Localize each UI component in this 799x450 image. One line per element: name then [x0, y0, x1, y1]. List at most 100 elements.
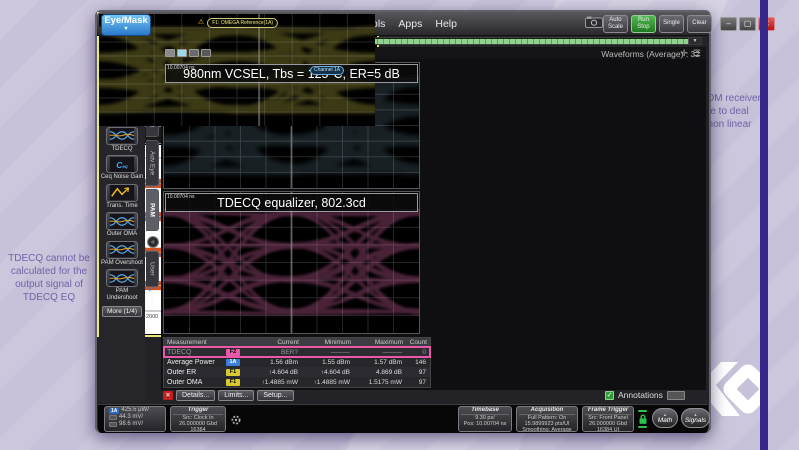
- trans-icon: [106, 183, 138, 202]
- sidebar-tab-user[interactable]: User: [146, 251, 159, 287]
- channel-chip[interactable]: [189, 49, 199, 57]
- more-pages-button[interactable]: More (1/4): [102, 306, 142, 317]
- measurement-table: Measurement Current Minimum Maximum Count TDE…: [163, 337, 431, 388]
- chevron-down-icon: ▾: [124, 26, 128, 32]
- channel-color-chips: [165, 49, 211, 57]
- panel-title: Timebase: [461, 407, 509, 415]
- sidebar-tab-pam[interactable]: PAM: [146, 189, 159, 231]
- math-button[interactable]: ▲ Math: [652, 408, 678, 428]
- menu-icon[interactable]: ☰: [693, 48, 701, 59]
- eye-icon: [106, 240, 138, 259]
- measurement-minimum: 1.55 dBm: [322, 358, 350, 366]
- screenshot-camera-button[interactable]: [584, 15, 603, 33]
- single-button[interactable]: Single: [658, 14, 684, 33]
- annotations-options-button[interactable]: [666, 390, 685, 400]
- gear-icon[interactable]: [230, 413, 242, 431]
- sidebar-item-outer-oma[interactable]: Outer OMA: [100, 212, 144, 238]
- measurement-current: 1.56 dBm: [270, 358, 298, 366]
- measurement-maximum: 1.5175 mW: [368, 378, 402, 386]
- measurement-name: Outer OMA: [167, 378, 203, 386]
- timebase-panel[interactable]: Timebase 9.30 ps/Pos: 10.00704 ns: [458, 406, 512, 432]
- sidebar-item-label: Outer OMA: [106, 231, 138, 237]
- measurement-name: Average Power: [167, 358, 215, 366]
- run-stop-button[interactable]: Run Stop: [630, 14, 656, 33]
- menu-help[interactable]: Help: [435, 18, 457, 30]
- source-badge: F2: [226, 348, 240, 356]
- measurement-current: BER?: [281, 348, 298, 356]
- measurement-maximum: 4.869 dB: [375, 368, 402, 376]
- limits-button[interactable]: Limits...: [218, 390, 255, 401]
- measurement-row-outer-er[interactable]: Outer ER F1 ↑4.604 dB ↑4.604 dB 4.869 dB 97: [164, 367, 430, 377]
- measurement-row-tdecq[interactable]: TDECQ F2 BER? ——— ——— 0: [163, 346, 431, 358]
- annotations-checkbox[interactable]: ✓: [605, 390, 614, 400]
- sidebar-item-pam-overshoot[interactable]: PAM Overshoot: [100, 240, 144, 267]
- channel-1a-badge: Channel 1A: [310, 66, 345, 75]
- sidebar-item-tdecq[interactable]: TDECQ: [100, 126, 144, 153]
- sidebar-item-pam-undershoot[interactable]: PAM Undershoot: [100, 269, 144, 301]
- panel-title: Frame Trigger: [585, 407, 631, 415]
- measurement-minimum: ———: [330, 348, 351, 356]
- panel-line: Smoothing: Average: [522, 427, 572, 432]
- lock-icon: [638, 414, 647, 424]
- menu-apps[interactable]: Apps: [398, 18, 422, 30]
- channel-chip[interactable]: [177, 49, 187, 57]
- measurement-row-average-power[interactable]: Average Power 1A 1.56 dBm 1.55 dBm 1.57 dBm 1…: [164, 357, 430, 367]
- channel-badge-icon: [109, 415, 117, 420]
- sidebar-item-trans-time[interactable]: Trans. Time: [100, 183, 144, 210]
- chevron-down-icon[interactable]: ▼: [688, 38, 701, 44]
- channel-chip[interactable]: [201, 49, 211, 57]
- panel-tools: ✛ ☰: [680, 48, 701, 59]
- annotations-control: ✓ Annotations: [605, 390, 685, 400]
- eye-icon: [106, 269, 138, 287]
- clear-button[interactable]: Clear: [686, 14, 712, 33]
- source-badge: F1: [226, 368, 240, 376]
- collapse-sidebar-button[interactable]: «: [147, 236, 159, 248]
- left-annotation: TDECQ cannot be calculated for the outpu…: [8, 253, 90, 303]
- annotations-label: Annotations: [618, 390, 663, 400]
- source-badge: 1A: [226, 358, 240, 366]
- measurement-maximum: ———: [382, 348, 403, 356]
- signals-button[interactable]: ▲ Signals: [681, 408, 710, 428]
- tdecq-equalizer-panel: 10.00704 ns TDECQ equalizer, 802.3cd: [163, 191, 420, 334]
- measurement-name: TDECQ: [167, 348, 192, 356]
- setup-button[interactable]: Setup...: [257, 390, 294, 401]
- acquisition-panel[interactable]: Acquisition Full Pattern: On 15.9899923 pt…: [516, 406, 578, 432]
- trigger-panel[interactable]: Trigger Src: Clock In 26.000000 Gbd 16384: [170, 406, 226, 432]
- warning-icon: ⚠: [197, 19, 205, 26]
- channel-badge-icon: [109, 422, 117, 427]
- measurement-row-outer-oma[interactable]: Outer OMA F1 ↑1.4885 mW ↑1.4885 mW 1.5175 mW…: [164, 377, 430, 387]
- measurement-minimum: ↑4.604 dB: [320, 368, 350, 376]
- measurement-count: 97: [418, 368, 426, 376]
- details-button[interactable]: Details...: [176, 390, 216, 401]
- equalizer-panel-title: TDECQ equalizer, 802.3cd: [165, 193, 418, 212]
- frame-trigger-panel[interactable]: Frame Trigger Src: Front Panel 26.000000 G…: [582, 406, 634, 432]
- channel-scale: 44.3 mV/: [107, 414, 163, 421]
- measurement-minimum: ↑1.4885 mW: [313, 378, 351, 386]
- move-icon[interactable]: ✛: [680, 48, 688, 59]
- eye-mask-label: Eye/Mask: [104, 15, 148, 26]
- sidebar-item-ceq-noise-gain[interactable]: Ceq Ceq Noise Gain: [100, 155, 144, 181]
- sidebar-tab-adv-eye[interactable]: Adv Eye: [146, 140, 159, 186]
- measurement-count: 97: [418, 378, 426, 386]
- channel-chip[interactable]: [165, 49, 175, 57]
- eye-mask-mode-button[interactable]: Eye/Mask ▾: [101, 14, 151, 36]
- sidebar-item-label: PAM Overshoot: [101, 259, 143, 266]
- vcsel-panel-title: 980nm VCSEL, Tbs = 125°C, ER=5 dB Channe…: [165, 64, 418, 83]
- panel-title: Trigger: [173, 407, 223, 415]
- panel-line: Pos: 10.00704 ns: [463, 421, 507, 427]
- source-badge: F1: [226, 378, 240, 386]
- indigo-accent-stripe: [760, 0, 768, 450]
- channel-scale-panel[interactable]: 1A 425.5 µW/44.3 mV/98.6 mV/: [104, 406, 166, 432]
- measurement-count: 146: [415, 358, 426, 366]
- panel-title: Acquisition: [519, 407, 575, 415]
- channel-scale: 98.6 mV/: [107, 421, 163, 428]
- app-window: Eye/Mask ▾ ✶ KEYSIGHT FileSetupMeasureTo…: [95, 10, 775, 433]
- sidebar-item-label: PAM Undershoot: [106, 288, 138, 301]
- ceq-icon: Ceq: [106, 155, 138, 173]
- sidebar-item-label: TDECQ: [111, 145, 133, 152]
- maximize-button[interactable]: ▢: [738, 16, 756, 31]
- minimize-button[interactable]: –: [719, 16, 737, 31]
- auto-scale-button[interactable]: Auto Scale: [602, 14, 628, 33]
- measurement-actions: ✕ Details... Limits... Setup...: [163, 390, 294, 401]
- lock-status-led: [638, 426, 647, 428]
